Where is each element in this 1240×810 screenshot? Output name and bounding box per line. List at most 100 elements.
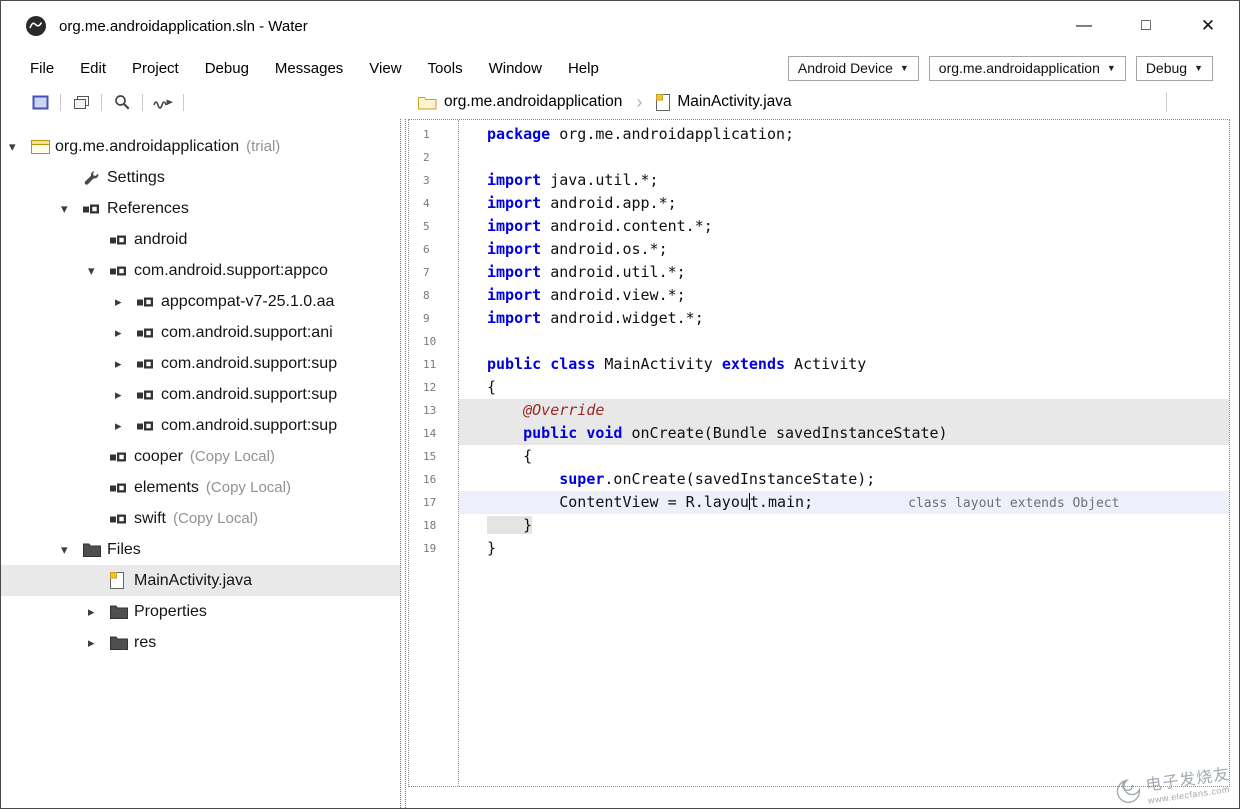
line-number: 14	[423, 422, 458, 445]
collapse-triangle-icon[interactable]: ▾	[88, 263, 110, 279]
tree-item[interactable]: ▸com.android.support:sup	[1, 410, 400, 441]
code-line[interactable]: }	[459, 514, 1229, 537]
solution-explorer: ▾org.me.androidapplication(trial)Setting…	[1, 119, 400, 808]
breadcrumb-file[interactable]: MainActivity.java	[677, 93, 791, 111]
code-line[interactable]: import android.os.*;	[459, 238, 1229, 261]
expand-triangle-icon[interactable]: ▸	[115, 387, 137, 403]
tree-item-label: References	[107, 200, 189, 218]
reference-icon	[137, 296, 161, 308]
tree-item[interactable]: elements(Copy Local)	[1, 472, 400, 503]
project-folder-icon	[418, 95, 437, 110]
code-line[interactable]: import android.view.*;	[459, 284, 1229, 307]
code-line[interactable]: ContentView = R.layout.main;class layout…	[459, 491, 1229, 514]
menu-item-tools[interactable]: Tools	[415, 56, 476, 81]
cascade-windows-icon[interactable]	[70, 93, 92, 111]
panel-divider	[1166, 92, 1167, 112]
expand-triangle-icon[interactable]: ▸	[115, 294, 137, 310]
menu-item-messages[interactable]: Messages	[262, 56, 356, 81]
project-selector[interactable]: org.me.androidapplication▼	[929, 56, 1126, 81]
menu-item-project[interactable]: Project	[119, 56, 192, 81]
code-line[interactable]: import android.content.*;	[459, 215, 1229, 238]
tree-item[interactable]: ▾ References	[1, 193, 400, 224]
line-number: 4	[423, 192, 458, 215]
code-line[interactable]: import android.widget.*;	[459, 307, 1229, 330]
code-line[interactable]	[459, 330, 1229, 353]
expand-triangle-icon[interactable]: ▸	[88, 604, 110, 620]
matched-brace-token: }	[487, 516, 532, 534]
code-line[interactable]: import android.app.*;	[459, 192, 1229, 215]
line-number: 7	[423, 261, 458, 284]
tree-item-label: com.android.support:ani	[161, 324, 333, 342]
line-number: 5	[423, 215, 458, 238]
expand-triangle-icon[interactable]: ▸	[88, 635, 110, 651]
code-token	[577, 424, 586, 442]
code-token: {	[487, 378, 496, 396]
expand-triangle-icon[interactable]: ▸	[115, 325, 137, 341]
expand-triangle-icon[interactable]: ▸	[115, 356, 137, 372]
keyword-token: extends	[722, 355, 785, 373]
code-line[interactable]: package org.me.androidapplication;	[459, 123, 1229, 146]
tree-item[interactable]: Settings	[1, 162, 400, 193]
tree-item[interactable]: MainActivity.java	[1, 565, 400, 596]
close-button[interactable]: ✕	[1177, 1, 1239, 51]
tree-item[interactable]: ▾com.android.support:appco	[1, 255, 400, 286]
line-number: 9	[423, 307, 458, 330]
tree-item[interactable]: ▸com.android.support:sup	[1, 379, 400, 410]
menu-item-window[interactable]: Window	[476, 56, 555, 81]
folder-icon	[110, 605, 134, 619]
tree-item[interactable]: android	[1, 224, 400, 255]
tree-item[interactable]: ▸res	[1, 627, 400, 658]
code-area[interactable]: package org.me.androidapplication; import…	[459, 120, 1229, 786]
collapse-triangle-icon[interactable]: ▾	[61, 542, 83, 558]
code-token: android.view.*;	[541, 286, 686, 304]
code-line[interactable]: super.onCreate(savedInstanceState);	[459, 468, 1229, 491]
code-line[interactable]: import java.util.*;	[459, 169, 1229, 192]
code-line[interactable]: public class MainActivity extends Activi…	[459, 353, 1229, 376]
code-line[interactable]: import android.util.*;	[459, 261, 1229, 284]
tree-item[interactable]: ▾Files	[1, 534, 400, 565]
minimize-button[interactable]: —	[1053, 1, 1115, 51]
tree-item[interactable]: swift(Copy Local)	[1, 503, 400, 534]
code-token: }	[487, 539, 496, 557]
code-token: android.widget.*;	[541, 309, 704, 327]
java-file-icon	[110, 572, 134, 589]
code-line[interactable]: public void onCreate(Bundle savedInstanc…	[459, 422, 1229, 445]
expand-triangle-icon[interactable]: ▸	[115, 418, 137, 434]
search-icon[interactable]	[111, 93, 133, 111]
tree-item[interactable]: ▸com.android.support:sup	[1, 348, 400, 379]
toolbar-dropdowns: Android Device▼ org.me.androidapplication…	[788, 56, 1213, 81]
keyword-token: import	[487, 194, 541, 212]
tree-item[interactable]: ▸Properties	[1, 596, 400, 627]
menu-item-help[interactable]: Help	[555, 56, 612, 81]
profile-run-icon[interactable]	[152, 93, 174, 111]
menu-item-view[interactable]: View	[356, 56, 414, 81]
code-line[interactable]: {	[459, 376, 1229, 399]
line-number: 16	[423, 468, 458, 491]
collapse-triangle-icon[interactable]: ▾	[61, 201, 83, 217]
breadcrumb-project[interactable]: org.me.androidapplication	[444, 93, 622, 111]
menu-item-file[interactable]: File	[17, 56, 67, 81]
toolbar-separator	[183, 94, 184, 111]
code-token: android.app.*;	[541, 194, 676, 212]
keyword-token: import	[487, 263, 541, 281]
code-line[interactable]: @Override	[459, 399, 1229, 422]
code-line[interactable]: {	[459, 445, 1229, 468]
device-selector[interactable]: Android Device▼	[788, 56, 919, 81]
code-line[interactable]: }	[459, 537, 1229, 560]
tree-item-label: android	[134, 231, 187, 249]
tree-item[interactable]: ▾org.me.androidapplication(trial)	[1, 131, 400, 162]
tree-item[interactable]: ▸ com.android.support:ani	[1, 317, 400, 348]
menu-item-edit[interactable]: Edit	[67, 56, 119, 81]
code-token: t.main;	[750, 493, 813, 511]
collapse-triangle-icon[interactable]: ▾	[9, 139, 31, 155]
tree-item[interactable]: ▸appcompat-v7-25.1.0.aa	[1, 286, 400, 317]
chevron-down-icon: ▼	[1107, 63, 1116, 73]
maximize-button[interactable]: □	[1115, 1, 1177, 51]
reference-icon	[137, 389, 161, 401]
code-line[interactable]	[459, 146, 1229, 169]
menu-item-debug[interactable]: Debug	[192, 56, 262, 81]
configuration-selector[interactable]: Debug▼	[1136, 56, 1213, 81]
panel-icon[interactable]	[29, 93, 51, 111]
menubar: FileEditProjectDebugMessagesViewToolsWin…	[1, 51, 1239, 85]
tree-item[interactable]: cooper(Copy Local)	[1, 441, 400, 472]
